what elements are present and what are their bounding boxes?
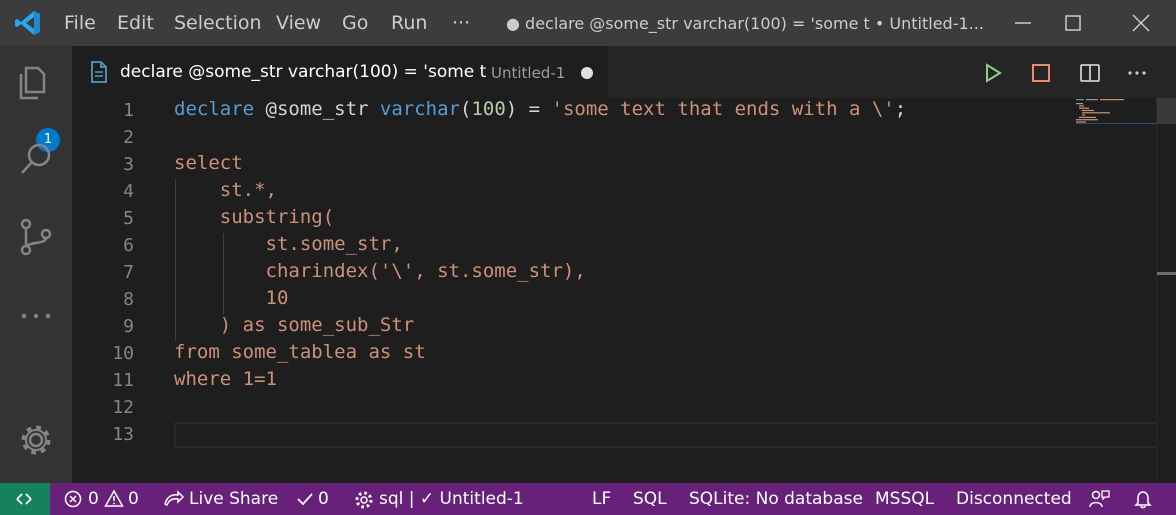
check-count[interactable]: 0 — [318, 489, 329, 509]
live-share-label[interactable]: Live Share — [189, 489, 278, 509]
window-title: ● declare @some_str varchar(100) = 'some… — [506, 14, 984, 33]
split-editor-icon[interactable] — [1079, 62, 1101, 84]
menu-selection[interactable]: Selection — [174, 12, 262, 34]
line-number: 6 — [123, 235, 134, 256]
menu-edit[interactable]: Edit — [117, 12, 154, 34]
editor-tab[interactable]: declare @some_str varchar(100) = 'some t… — [72, 46, 608, 98]
code-line-9: ) as some_sub_Str — [174, 314, 415, 336]
code-token-number: 100 — [471, 98, 506, 120]
menu-view[interactable]: View — [276, 12, 321, 34]
scrollbar-thumb[interactable] — [1157, 98, 1176, 124]
line-number: 8 — [123, 289, 134, 310]
more-views-icon[interactable] — [16, 296, 56, 336]
remote-icon — [16, 493, 32, 505]
status-bar: 0 0 Live Share 0 sql | ✓ Untitled-1 LF S… — [0, 483, 1176, 515]
line-number: 4 — [123, 181, 134, 202]
line-number: 2 — [123, 127, 134, 148]
title-bar: File Edit Selection View Go Run ··· ● de… — [0, 0, 1176, 46]
minimize-icon[interactable] — [1012, 12, 1034, 34]
sql-status[interactable]: sql | ✓ Untitled-1 — [379, 489, 524, 509]
mssql-label[interactable]: MSSQL — [875, 489, 934, 509]
unsaved-dot-icon[interactable] — [581, 67, 593, 79]
code-line-6: st.some_str, — [174, 233, 403, 255]
code-line-4: st.*, — [174, 179, 277, 201]
language-mode[interactable]: SQL — [633, 489, 667, 509]
code-token-string: 'some text that ends with a \' — [551, 98, 895, 120]
line-number: 11 — [112, 370, 134, 391]
feedback-icon[interactable] — [1088, 489, 1110, 509]
code-line-1: declare @some_str varchar(100) = 'some t… — [174, 98, 906, 120]
code-token-punct: ( — [460, 98, 472, 120]
error-count[interactable]: 0 — [88, 489, 99, 509]
remote-indicator[interactable] — [0, 483, 50, 515]
notifications-bell-icon[interactable] — [1133, 489, 1153, 509]
code-editor[interactable]: 1 2 3 4 5 6 7 8 9 10 11 12 13 declare @s… — [72, 98, 1176, 483]
vscode-logo-icon — [15, 11, 40, 35]
current-line-highlight — [174, 422, 1168, 448]
line-number: 10 — [112, 343, 134, 364]
tab-title: declare @some_str varchar(100) = 'some t — [120, 62, 487, 82]
code-line-5: substring( — [174, 206, 335, 228]
maximize-icon[interactable] — [1062, 12, 1084, 34]
activity-bar: 1 — [0, 46, 72, 483]
more-actions-icon[interactable] — [1126, 62, 1148, 84]
line-number: 3 — [123, 154, 134, 175]
warning-count[interactable]: 0 — [128, 489, 139, 509]
live-share-icon[interactable] — [163, 490, 185, 508]
code-line-7: charindex('\', st.some_str), — [174, 260, 586, 282]
code-token-punct: ; — [894, 98, 907, 120]
line-number: 12 — [112, 397, 134, 418]
error-icon[interactable] — [64, 490, 82, 508]
source-control-icon[interactable] — [16, 216, 56, 256]
check-icon[interactable] — [296, 491, 314, 507]
code-token-punct: ) = — [505, 98, 552, 120]
run-query-icon[interactable] — [982, 62, 1004, 84]
gear-icon[interactable] — [16, 420, 56, 460]
menu-go[interactable]: Go — [342, 12, 368, 34]
eol-indicator[interactable]: LF — [592, 489, 611, 509]
menu-more[interactable]: ··· — [452, 12, 470, 34]
warning-icon[interactable] — [104, 489, 124, 508]
menu-run[interactable]: Run — [391, 12, 427, 34]
minimap[interactable] — [1076, 98, 1156, 128]
connection-status[interactable]: Disconnected — [956, 489, 1072, 509]
code-token-keyword: declare — [174, 98, 255, 120]
file-icon — [91, 61, 107, 83]
line-number: 1 — [123, 100, 134, 121]
code-token-type: varchar — [379, 98, 460, 120]
menu-file[interactable]: File — [64, 12, 96, 34]
code-line-3: select — [174, 152, 243, 174]
vertical-scrollbar[interactable] — [1156, 98, 1176, 483]
line-number: 7 — [123, 262, 134, 283]
tab-bar: declare @some_str varchar(100) = 'some t… — [72, 46, 1176, 98]
tab-description: Untitled-1 — [491, 64, 566, 82]
code-line-10: from some_tablea as st — [174, 341, 426, 363]
scrollbar-cursor-marker — [1157, 272, 1176, 275]
line-number: 13 — [112, 424, 134, 445]
settings-gear-icon[interactable] — [354, 490, 374, 510]
close-icon[interactable] — [1130, 12, 1152, 34]
search-icon[interactable] — [16, 139, 56, 179]
code-line-8: 10 — [174, 287, 289, 309]
sqlite-status[interactable]: SQLite: No database — [689, 489, 863, 509]
line-number: 9 — [123, 316, 134, 337]
code-token-variable: @some_str — [254, 98, 380, 120]
line-number: 5 — [123, 208, 134, 229]
code-line-11: where 1=1 — [174, 368, 277, 390]
stop-icon[interactable] — [1030, 62, 1052, 84]
explorer-icon[interactable] — [16, 62, 56, 102]
